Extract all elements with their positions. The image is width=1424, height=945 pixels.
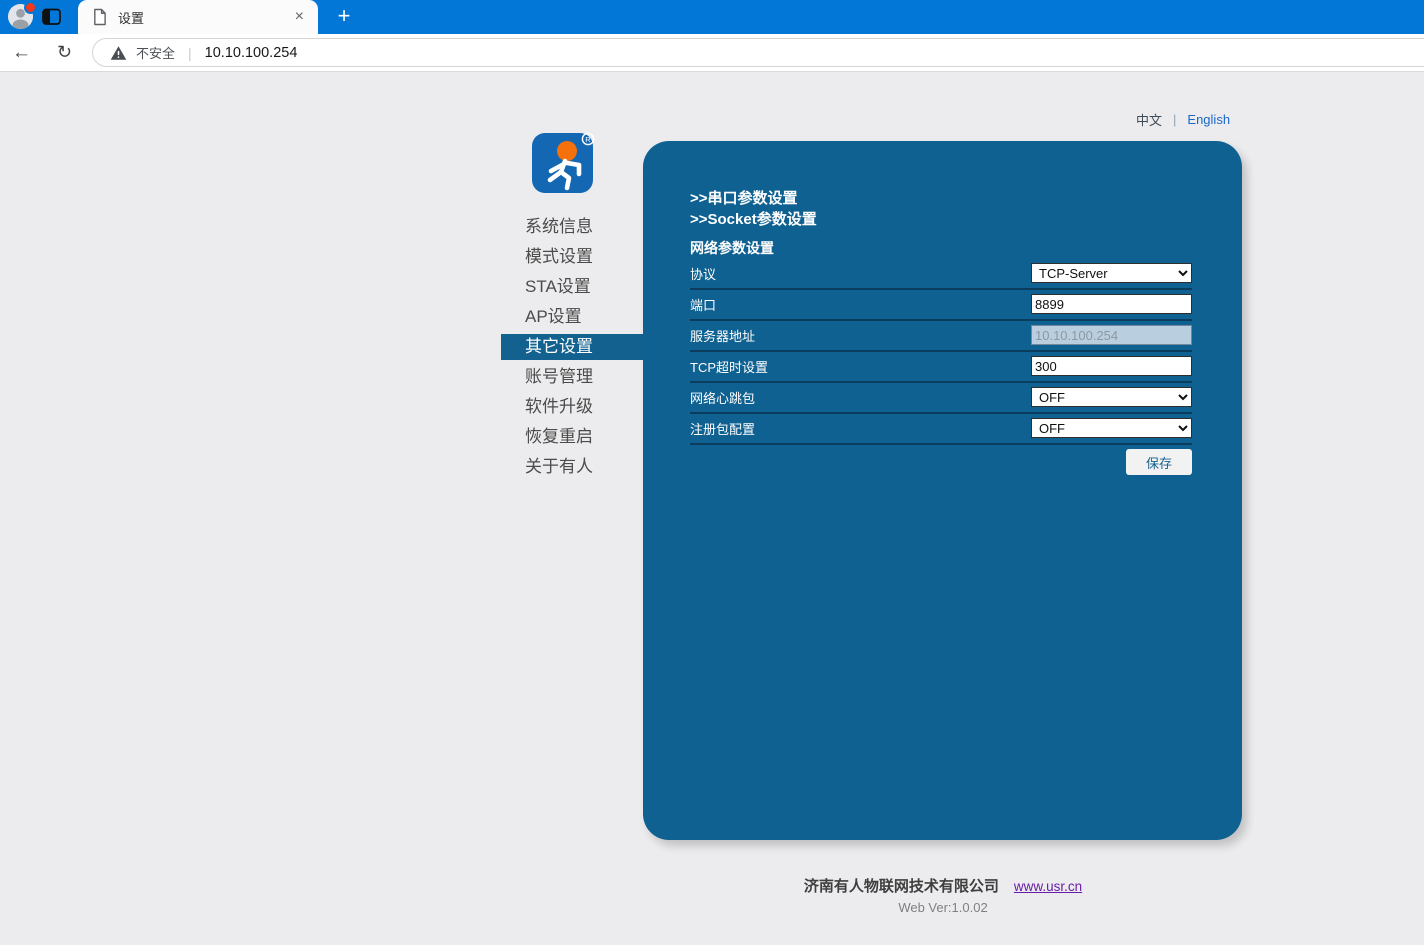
- section-title: 网络参数设置: [690, 238, 774, 258]
- browser-toolbar: ← ↻ 不安全 | 10.10.100.254: [0, 34, 1424, 72]
- lang-english-link[interactable]: English: [1187, 112, 1230, 127]
- form-row-registration-packet: 注册包配置 OFF: [690, 418, 1192, 438]
- tab-actions-icon[interactable]: [42, 8, 62, 26]
- heartbeat-label: 网络心跳包: [690, 388, 755, 407]
- protocol-select[interactable]: TCP-Server: [1031, 263, 1192, 283]
- tcp-timeout-label: TCP超时设置: [690, 357, 768, 376]
- save-button[interactable]: 保存: [1126, 449, 1192, 475]
- form-row-server-address: 服务器地址: [690, 325, 1192, 345]
- row-divider: [690, 319, 1192, 321]
- new-tab-button[interactable]: +: [331, 4, 357, 30]
- registration-packet-select[interactable]: OFF: [1031, 418, 1192, 438]
- lang-chinese-link[interactable]: 中文: [1136, 110, 1162, 129]
- browser-tab[interactable]: 设置 ×: [78, 0, 318, 34]
- settings-panel: >>串口参数设置 >>Socket参数设置 网络参数设置 协议 TCP-Serv…: [643, 141, 1242, 840]
- warning-icon: [110, 45, 127, 61]
- sidebar-menu: 系统信息 模式设置 STA设置 AP设置 其它设置 账号管理 软件升级 恢复重启…: [501, 214, 644, 484]
- tab-close-icon[interactable]: ×: [293, 9, 306, 25]
- sidebar-item-mode-settings[interactable]: 模式设置: [501, 244, 644, 270]
- page-footer: 济南有人物联网技术有限公司 www.usr.cn Web Ver:1.0.02: [643, 875, 1243, 915]
- sidebar-item-restore-restart[interactable]: 恢复重启: [501, 424, 644, 450]
- socket-params-link[interactable]: >>Socket参数设置: [690, 208, 817, 229]
- notification-dot-icon: [24, 1, 37, 14]
- server-address-label: 服务器地址: [690, 326, 755, 345]
- row-divider: [690, 412, 1192, 414]
- form-row-port: 端口: [690, 294, 1192, 314]
- form-row-tcp-timeout: TCP超时设置: [690, 356, 1192, 376]
- web-content: 中文 | English R 系统信息 模式设置 STA设置 AP设置 其它设置…: [0, 72, 1424, 945]
- row-divider: [690, 443, 1192, 445]
- lang-divider: |: [1173, 112, 1176, 127]
- heartbeat-select[interactable]: OFF: [1031, 387, 1192, 407]
- web-version: Web Ver:1.0.02: [643, 900, 1243, 915]
- sidebar-item-other-settings[interactable]: 其它设置: [501, 334, 644, 360]
- form-row-protocol: 协议 TCP-Server: [690, 263, 1192, 283]
- sidebar-item-about[interactable]: 关于有人: [501, 454, 644, 480]
- browser-titlebar: 设置 × +: [0, 0, 1424, 34]
- refresh-button[interactable]: ↻: [51, 39, 78, 66]
- row-divider: [690, 288, 1192, 290]
- sidebar-item-ap-settings[interactable]: AP设置: [501, 304, 644, 330]
- usr-logo: R: [531, 131, 597, 196]
- sidebar-item-system-info[interactable]: 系统信息: [501, 214, 644, 240]
- page-favicon-icon: [92, 8, 107, 26]
- company-name: 济南有人物联网技术有限公司: [804, 875, 999, 896]
- form-row-heartbeat: 网络心跳包 OFF: [690, 387, 1192, 407]
- protocol-label: 协议: [690, 264, 716, 283]
- row-divider: [690, 381, 1192, 383]
- row-divider: [690, 350, 1192, 352]
- tcp-timeout-input[interactable]: [1031, 356, 1192, 376]
- port-label: 端口: [690, 295, 716, 314]
- sidebar-item-account[interactable]: 账号管理: [501, 364, 644, 390]
- usr-website-link[interactable]: www.usr.cn: [1014, 879, 1082, 894]
- security-status[interactable]: 不安全: [136, 43, 175, 62]
- server-address-input: [1031, 325, 1192, 345]
- address-divider: |: [188, 45, 192, 61]
- serial-params-link[interactable]: >>串口参数设置: [690, 187, 798, 208]
- registered-mark: R: [585, 135, 591, 144]
- sidebar-item-firmware-upgrade[interactable]: 软件升级: [501, 394, 644, 420]
- registration-packet-label: 注册包配置: [690, 419, 755, 438]
- language-switch: 中文 | English: [1136, 110, 1230, 129]
- tab-title: 设置: [118, 8, 293, 27]
- url-text[interactable]: 10.10.100.254: [205, 45, 298, 61]
- port-input[interactable]: [1031, 294, 1192, 314]
- sidebar-item-sta-settings[interactable]: STA设置: [501, 274, 644, 300]
- back-button[interactable]: ←: [8, 39, 35, 66]
- address-bar[interactable]: 不安全 | 10.10.100.254: [92, 38, 1424, 67]
